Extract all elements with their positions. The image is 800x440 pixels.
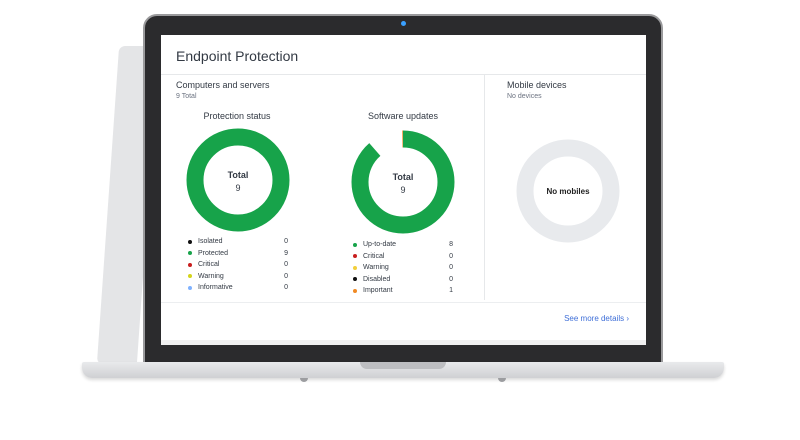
legend-label: Warning	[363, 264, 389, 272]
screen-bottom-strip	[161, 340, 646, 345]
section-divider	[484, 75, 485, 300]
legend-value: 0	[284, 261, 288, 269]
see-more-details-link[interactable]: See more details ›	[564, 314, 629, 323]
mobile-center-label: No mobiles	[546, 187, 590, 196]
footer-divider	[161, 302, 646, 303]
protection-legend: Isolated 0 Protected 9 Critical 0 Warning 0 …	[188, 236, 288, 294]
legend-value: 8	[449, 241, 453, 249]
protection-ring-protected	[186, 128, 290, 232]
legend-dot	[353, 265, 357, 270]
legend-item: Protected 9	[188, 248, 288, 260]
legend-label: Informative	[198, 284, 233, 292]
computers-section-title: Computers and servers	[176, 80, 270, 90]
legend-item: Disabled 0	[353, 274, 453, 286]
legend-label: Critical	[363, 252, 385, 260]
legend-dot	[188, 274, 192, 279]
mobile-devices-donut: No mobiles	[516, 139, 620, 243]
legend-dot	[353, 277, 357, 282]
legend-value: 0	[284, 238, 288, 246]
mobile-subtitle: No devices	[507, 93, 542, 100]
title-divider	[161, 74, 646, 75]
mobile-section-title: Mobile devices	[507, 80, 567, 90]
protection-status-donut[interactable]: Total 9	[186, 128, 290, 232]
legend-dot	[353, 288, 357, 293]
updates-ring-uptodate	[351, 130, 455, 234]
legend-label: Up-to-date	[363, 241, 397, 249]
legend-value: 9	[284, 249, 288, 257]
legend-item: Up-to-date 8	[353, 239, 453, 251]
laptop-base-notch	[360, 362, 446, 369]
legend-label: Important	[363, 287, 393, 295]
legend-item: Important 1	[353, 285, 453, 297]
legend-value: 0	[449, 275, 453, 283]
legend-dot	[188, 285, 192, 290]
legend-dot	[188, 251, 192, 256]
software-updates-donut[interactable]: Total 9	[351, 130, 455, 234]
legend-dot	[353, 242, 357, 247]
legend-item: Critical 0	[353, 251, 453, 263]
legend-value: 0	[449, 264, 453, 272]
updates-center-label: Total	[393, 172, 414, 182]
legend-item: Isolated 0	[188, 236, 288, 248]
computers-total: 9 Total	[176, 93, 197, 100]
laptop-foot-left	[300, 378, 308, 382]
legend-item: Warning 0	[188, 271, 288, 283]
legend-label: Disabled	[363, 275, 391, 283]
protection-center-label: Total	[228, 170, 249, 180]
legend-value: 0	[284, 272, 288, 280]
protection-center-value: 9	[235, 183, 240, 193]
protection-status-title: Protection status	[203, 111, 271, 121]
legend-label: Critical	[198, 261, 220, 269]
legend-dot	[188, 239, 192, 244]
legend-label: Isolated	[198, 238, 223, 246]
card-title: Endpoint Protection	[176, 48, 299, 64]
software-updates-title: Software updates	[367, 111, 439, 121]
laptop-foot-right	[498, 378, 506, 382]
legend-label: Protected	[198, 249, 228, 257]
legend-value: 0	[449, 252, 453, 260]
legend-label: Warning	[198, 272, 224, 280]
legend-value: 0	[284, 284, 288, 292]
webcam-dot	[401, 21, 406, 26]
legend-dot	[353, 254, 357, 259]
legend-item: Warning 0	[353, 262, 453, 274]
updates-legend: Up-to-date 8 Critical 0 Warning 0 Disabled 0…	[353, 239, 453, 297]
legend-item: Informative 0	[188, 282, 288, 294]
legend-value: 1	[449, 287, 453, 295]
endpoint-protection-card: Endpoint Protection Computers and server…	[161, 35, 646, 340]
legend-dot	[188, 262, 192, 267]
legend-item: Critical 0	[188, 259, 288, 271]
updates-center-value: 9	[400, 185, 405, 195]
